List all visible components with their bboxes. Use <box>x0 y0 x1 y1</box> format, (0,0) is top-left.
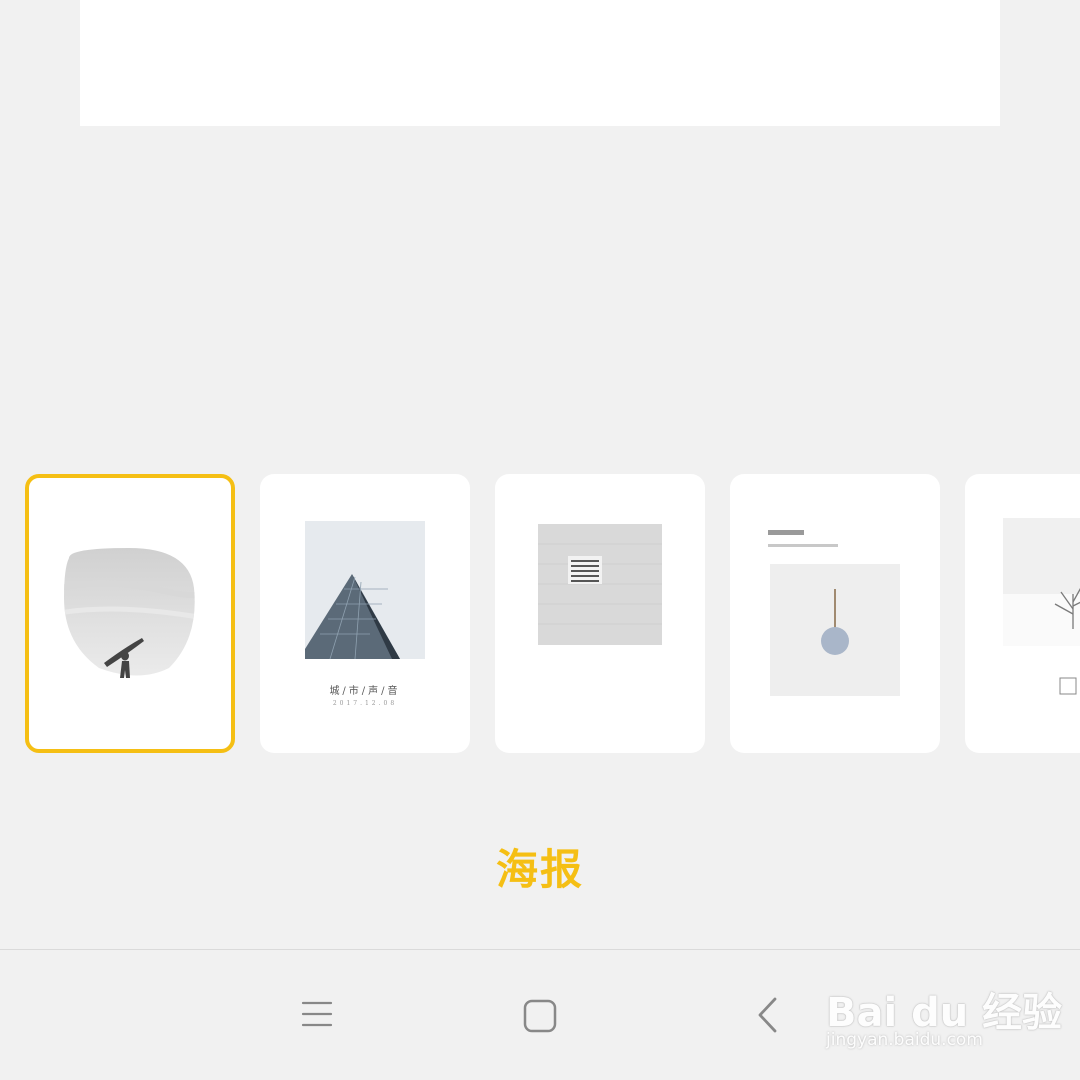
building-thumbnail <box>305 521 425 660</box>
wall-clock-thumbnail <box>768 530 900 696</box>
template-date: 2017.12.08 <box>332 700 398 707</box>
snow-tree-thumbnail <box>1003 518 1080 695</box>
menu-icon[interactable] <box>300 998 334 1032</box>
back-icon[interactable] <box>755 996 781 1034</box>
template-card-snow-tree[interactable] <box>965 474 1080 753</box>
surfer-thumbnail <box>64 548 195 678</box>
baidu-jingyan-watermark: Bai du 经验 jingyan.baidu.com <box>826 962 1066 1062</box>
template-card-surfer[interactable] <box>25 474 235 753</box>
watermark-url: jingyan.baidu.com <box>826 1030 983 1050</box>
vent-wall-thumbnail <box>538 524 662 645</box>
home-icon[interactable] <box>522 998 558 1034</box>
poster-preview-canvas <box>80 0 1000 126</box>
template-card-vent-wall[interactable] <box>495 474 705 753</box>
template-caption: 城/市/声/音 <box>329 686 401 697</box>
template-card-wall-clock[interactable] <box>730 474 940 753</box>
template-card-building[interactable]: 城/市/声/音 2017.12.08 <box>260 474 470 753</box>
category-label[interactable]: 海报 <box>0 836 1080 897</box>
template-carousel[interactable]: 城/市/声/音 2017.12.08 <box>0 474 1080 754</box>
